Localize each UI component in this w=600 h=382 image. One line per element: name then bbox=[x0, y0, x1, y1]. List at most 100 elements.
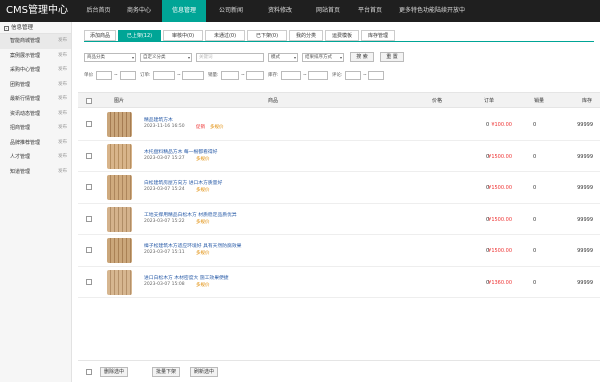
sidebar-item-brands[interactable]: 品牌推荐管理 发布 bbox=[0, 136, 71, 151]
custom-category-select[interactable]: 自定义分类 ▾ bbox=[140, 53, 192, 62]
sidebar-publish-link[interactable]: 发布 bbox=[58, 92, 67, 107]
table-header: 图片 商品 价格 订单 销量 库存 bbox=[78, 92, 600, 108]
sidebar-item-purchase[interactable]: 采购中心管理 发布 bbox=[0, 63, 71, 78]
sidebar-item-groupbuy[interactable]: 团购管理 发布 bbox=[0, 78, 71, 93]
tab-add-product[interactable]: 添加商品 bbox=[84, 30, 116, 41]
sales-min-input[interactable] bbox=[221, 71, 239, 80]
sidebar-item-mall[interactable]: 智能商城管理 发布 bbox=[0, 34, 71, 49]
sidebar-header[interactable]: - 信息管理 bbox=[0, 22, 71, 34]
sidebar-item-cases[interactable]: 案例展示管理 发布 bbox=[0, 49, 71, 64]
product-sales: 0 bbox=[533, 122, 537, 128]
nav-home[interactable]: 后台首页 bbox=[75, 0, 122, 22]
refresh-selected-button[interactable]: 刷新选中 bbox=[190, 367, 218, 377]
column-orders[interactable]: 订单 bbox=[484, 93, 494, 109]
sales-max-input[interactable] bbox=[246, 71, 264, 80]
sidebar-item-talent[interactable]: 人才管理 发布 bbox=[0, 150, 71, 165]
sidebar-publish-link[interactable]: 发布 bbox=[58, 136, 67, 151]
keyword-input[interactable]: 关键词 bbox=[196, 53, 264, 62]
nav-profile-edit[interactable]: 资料修改 bbox=[256, 0, 304, 22]
nav-company-news[interactable]: 公司新闻 bbox=[206, 0, 256, 22]
column-sales[interactable]: 销量 bbox=[534, 93, 544, 109]
sort-select[interactable]: 结果排序方式 ▾ bbox=[302, 53, 344, 62]
rating-max-input[interactable] bbox=[368, 71, 384, 80]
price-max-input[interactable] bbox=[120, 71, 136, 80]
sidebar-publish-link[interactable]: 发布 bbox=[58, 63, 67, 78]
reset-button[interactable]: 重 置 bbox=[380, 52, 404, 62]
tab-my-categories[interactable]: 我的分类 bbox=[289, 30, 323, 41]
sidebar-item-market[interactable]: 最新行情管理 发布 bbox=[0, 92, 71, 107]
chevron-down-icon: ▾ bbox=[293, 55, 296, 60]
sidebar-publish-link[interactable]: 发布 bbox=[58, 78, 67, 93]
orders-filter-label: 订单 bbox=[140, 73, 149, 78]
product-thumbnail[interactable] bbox=[107, 112, 132, 137]
tab-listed[interactable]: 已上架(12) bbox=[118, 30, 161, 41]
sidebar-publish-link[interactable]: 发布 bbox=[58, 34, 67, 49]
sidebar-publish-link[interactable]: 发布 bbox=[58, 150, 67, 165]
category-select[interactable]: 商品分类 ▾ bbox=[84, 53, 136, 62]
product-thumbnail[interactable] bbox=[107, 269, 132, 295]
stock-filter-label: 库存 bbox=[268, 73, 277, 78]
row-checkbox[interactable] bbox=[86, 215, 92, 222]
nav-more-features[interactable]: 更多特色功能陆续开放中 bbox=[388, 0, 476, 22]
sidebar-publish-link[interactable]: 发布 bbox=[58, 49, 67, 64]
product-title-link[interactable]: 樟子松建筑木方适应环境好 具有天然防腐效果 bbox=[144, 242, 241, 249]
product-title-link[interactable]: 精品建筑方木 bbox=[144, 116, 173, 123]
sidebar-publish-link[interactable]: 发布 bbox=[58, 107, 67, 122]
price-min-input[interactable] bbox=[96, 71, 112, 80]
stock-max-input[interactable] bbox=[308, 71, 328, 80]
product-title-link[interactable]: 木托盘料精品方木 每一根都看得好 bbox=[144, 148, 217, 155]
nav-business[interactable]: 商务中心 bbox=[116, 0, 162, 22]
sidebar-item-investment[interactable]: 招商管理 发布 bbox=[0, 121, 71, 136]
row-checkbox[interactable] bbox=[86, 247, 92, 253]
product-thumbnail[interactable] bbox=[107, 238, 132, 263]
product-thumbnail[interactable] bbox=[107, 175, 132, 200]
sidebar-item-label: 资讯动态管理 bbox=[10, 110, 41, 117]
chevron-down-icon: ▾ bbox=[131, 55, 134, 60]
sidebar-item-news[interactable]: 资讯动态管理 发布 bbox=[0, 107, 71, 122]
table-row: 樟子松建筑木方适应环境好 具有天然防腐效果 2023-03-07 15:11 多规价… bbox=[78, 235, 600, 267]
product-date: 2023-03-07 15:11 bbox=[144, 250, 185, 255]
column-stock[interactable]: 库存 bbox=[582, 93, 592, 109]
tab-delisted[interactable]: 已下架(0) bbox=[247, 30, 287, 41]
nav-platform-home[interactable]: 平台首页 bbox=[352, 0, 388, 22]
sidebar-publish-link[interactable]: 发布 bbox=[58, 165, 67, 180]
nav-website-home[interactable]: 网站首页 bbox=[304, 0, 352, 22]
row-checkbox[interactable] bbox=[86, 121, 92, 127]
product-thumbnail[interactable] bbox=[107, 143, 132, 169]
stock-min-input[interactable] bbox=[281, 71, 301, 80]
orders-min-input[interactable] bbox=[153, 71, 175, 80]
product-thumbnail[interactable] bbox=[107, 206, 132, 232]
select-all-checkbox[interactable] bbox=[86, 98, 92, 104]
product-orders: 0 bbox=[486, 248, 490, 254]
mode-select[interactable]: 模式 ▾ bbox=[268, 53, 298, 62]
tab-inventory[interactable]: 库存管理 bbox=[361, 30, 395, 41]
tab-reviewing[interactable]: 审核中(0) bbox=[163, 30, 203, 41]
product-stock: 99999 bbox=[577, 216, 593, 223]
footer-select-all-checkbox[interactable] bbox=[86, 369, 92, 375]
rating-filter-label: 评论 bbox=[332, 73, 341, 78]
rating-min-input[interactable] bbox=[345, 71, 361, 80]
row-checkbox[interactable] bbox=[86, 184, 92, 190]
nav-info-management[interactable]: 信息管理 bbox=[162, 0, 206, 22]
product-price: ¥1500.00 bbox=[488, 216, 512, 223]
row-checkbox[interactable] bbox=[86, 152, 92, 159]
product-price: ¥1500.00 bbox=[488, 185, 512, 191]
batch-delist-button[interactable]: 批量下架 bbox=[152, 367, 180, 377]
delete-selected-button[interactable]: 删除选中 bbox=[100, 367, 128, 377]
column-price[interactable]: 价格 bbox=[432, 93, 442, 109]
sidebar-item-label: 知道管理 bbox=[10, 168, 31, 175]
tab-shipping-templates[interactable]: 运费模板 bbox=[325, 30, 359, 41]
row-checkbox[interactable] bbox=[86, 278, 92, 285]
product-title-link[interactable]: 工地支撑用精品白松木方 材质稳定品质优异 bbox=[144, 211, 237, 218]
product-title-link[interactable]: 白松建筑房屋方向方 进口木方质量好 bbox=[144, 179, 222, 186]
product-date: 2023-03-07 15:08 bbox=[144, 281, 185, 287]
product-stock: 99999 bbox=[577, 248, 593, 254]
tab-rejected[interactable]: 未通过(0) bbox=[205, 30, 245, 41]
search-button[interactable]: 搜 索 bbox=[350, 52, 374, 62]
product-sales: 0 bbox=[533, 185, 537, 191]
sidebar-publish-link[interactable]: 发布 bbox=[58, 121, 67, 136]
multi-spec-badge: 多规价 bbox=[210, 125, 224, 130]
orders-max-input[interactable] bbox=[182, 71, 204, 80]
product-title-link[interactable]: 进口白松木方 木材密度大 施工效果便捷 bbox=[144, 274, 229, 281]
sidebar-item-knowledge[interactable]: 知道管理 发布 bbox=[0, 165, 71, 180]
